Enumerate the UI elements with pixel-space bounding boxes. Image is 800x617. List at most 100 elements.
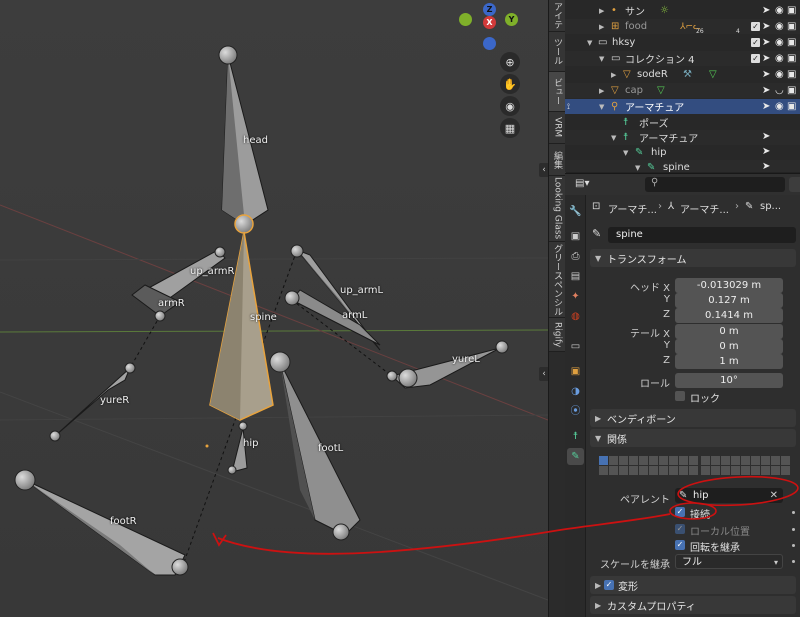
camera-render-icon[interactable]: ▣	[787, 69, 796, 80]
keyframe-dot[interactable]	[792, 544, 795, 547]
custom-properties-panel-header[interactable]: ▶ カスタムプロパティ	[590, 596, 796, 614]
select-arrow-icon[interactable]: ➤	[762, 21, 770, 32]
mesh-icon: ▽	[611, 85, 619, 96]
inherit-rotation-checkbox[interactable]: ✓	[675, 540, 685, 550]
tool-tab-icon[interactable]: 🔧	[567, 203, 584, 220]
relations-panel-header[interactable]: ▼ 関係	[590, 429, 796, 447]
tab-grease-pencil[interactable]: グリースペンシル	[549, 242, 566, 318]
connected-checkbox[interactable]: ✓	[675, 507, 685, 517]
outliner[interactable]: ▶ • サン ☼ ▶ ⊞ food ⅄⌐ᓚ 26 4 ▼ ▭ hksy ▼ ▭ …	[565, 0, 800, 172]
select-arrow-icon[interactable]: ➤	[762, 101, 770, 112]
lock-checkbox[interactable]	[675, 391, 685, 401]
select-arrow-icon[interactable]: ➤	[762, 69, 770, 80]
keyframe-dot[interactable]	[792, 528, 795, 531]
tab-edit[interactable]: 編集	[549, 144, 566, 176]
properties-search-input[interactable]: ⚲	[645, 177, 785, 192]
transform-panel-header[interactable]: ▼ トランスフォーム	[590, 249, 796, 267]
camera-render-icon[interactable]: ▣	[787, 37, 796, 48]
tail-z-field[interactable]: 1 m	[675, 354, 783, 369]
eye-icon[interactable]: ◉	[775, 53, 784, 64]
local-location-checkbox[interactable]: ✓	[675, 524, 685, 534]
tail-y-field[interactable]: 0 m	[675, 339, 783, 354]
gizmo-z-neg-icon[interactable]	[483, 37, 496, 50]
zoom-icon[interactable]: ⊕	[500, 52, 520, 72]
tab-rigify[interactable]: Rigify	[549, 318, 566, 352]
gizmo-x-icon[interactable]: X	[483, 16, 496, 29]
head-y-field[interactable]: 0.127 m	[675, 293, 783, 308]
bone-label-hip: hip	[243, 438, 259, 449]
gizmo-y-neg-icon[interactable]	[459, 13, 472, 26]
head-y-label: Y	[663, 294, 670, 305]
tail-x-field[interactable]: 0 m	[675, 324, 783, 339]
tab-item[interactable]: アイテ	[549, 0, 566, 32]
parent-label: ペアレント	[620, 495, 670, 506]
clear-x-icon[interactable]: ✕	[770, 488, 778, 503]
render-tab-icon[interactable]: ▣	[567, 228, 584, 245]
parent-field[interactable]: ✎ hip ✕	[675, 488, 783, 503]
camera-render-icon[interactable]: ▣	[787, 53, 796, 64]
output-tab-icon[interactable]: ⎙	[567, 248, 584, 265]
camera-render-icon[interactable]: ▣	[787, 101, 796, 112]
keyframe-dot[interactable]	[792, 560, 795, 563]
camera-render-icon[interactable]: ▣	[787, 21, 796, 32]
tab-vrm[interactable]: VRM	[549, 112, 566, 144]
bone-tab-icon[interactable]: ✎	[567, 448, 584, 465]
collection-tab-icon[interactable]: ▭	[567, 338, 584, 355]
options-dropdown[interactable]	[789, 177, 800, 192]
pan-hand-icon[interactable]: ✋	[500, 74, 520, 94]
world-tab-icon[interactable]: ◍	[567, 308, 584, 325]
tab-looking-glass[interactable]: Looking Glass	[549, 176, 566, 242]
inherit-scale-dropdown[interactable]: フル ▾	[675, 554, 783, 569]
head-x-field[interactable]: -0.013029 m	[675, 278, 783, 293]
deform-checkbox[interactable]: ✓	[604, 580, 614, 590]
armature-data-icon: ☨	[623, 132, 629, 143]
select-arrow-icon[interactable]: ➤	[762, 53, 770, 64]
editor-type-icon[interactable]: ▤▾	[575, 178, 589, 189]
pin-icon[interactable]: ⊡	[592, 201, 600, 212]
3d-viewport[interactable]: head up_armR armR up_armL armL spine yur…	[0, 0, 548, 617]
properties-tabs: 🔧 ▣ ⎙ ▤ ✦ ◍ ▭ ▣ ◑ ⦿ ☨ ✎	[565, 195, 586, 617]
select-arrow-icon[interactable]: ➤	[762, 161, 770, 172]
tab-tool[interactable]: ツール	[549, 32, 566, 72]
scene-tab-icon[interactable]: ✦	[567, 288, 584, 305]
tail-y-label: Y	[663, 340, 670, 351]
roll-field[interactable]: 10°	[675, 373, 783, 388]
select-arrow-icon[interactable]: ➤	[762, 146, 770, 157]
select-arrow-icon[interactable]: ➤	[762, 5, 770, 16]
camera-icon[interactable]: ◉	[500, 96, 520, 116]
eye-hidden-icon[interactable]: ◡	[775, 85, 784, 96]
armature-data-tab-icon[interactable]: ☨	[567, 428, 584, 445]
mesh-data-icon: ▽	[709, 69, 717, 80]
head-z-field[interactable]: 0.1414 m	[675, 308, 783, 323]
deform-panel-header[interactable]: ▶ ✓ 変形	[590, 576, 796, 594]
camera-render-icon[interactable]: ▣	[787, 85, 796, 96]
select-arrow-icon[interactable]: ➤	[762, 85, 770, 96]
constraints-tab-icon[interactable]: ⦿	[567, 403, 584, 420]
gizmo-y-icon[interactable]: Y	[505, 13, 518, 26]
eye-icon[interactable]: ◉	[775, 37, 784, 48]
physics-tab-icon[interactable]: ◑	[567, 383, 584, 400]
camera-render-icon[interactable]: ▣	[787, 5, 796, 16]
bone-icon: ✎	[635, 147, 644, 158]
select-arrow-icon[interactable]: ➤	[762, 37, 770, 48]
pose-mode-icon: ⟟	[567, 101, 570, 111]
keyframe-dot[interactable]	[792, 511, 795, 514]
eye-icon[interactable]: ◉	[775, 101, 784, 112]
object-tab-icon[interactable]: ▣	[567, 363, 584, 380]
exclude-checkbox[interactable]: ✓	[751, 22, 760, 31]
gizmo-z-icon[interactable]: Z	[483, 3, 496, 16]
eye-icon[interactable]: ◉	[775, 69, 784, 80]
ortho-grid-icon[interactable]: ▦	[500, 118, 520, 138]
select-arrow-icon[interactable]: ➤	[762, 131, 770, 142]
exclude-checkbox[interactable]: ✓	[751, 54, 760, 63]
tab-view[interactable]: ビュー	[549, 72, 566, 112]
outliner-row[interactable]: ☨ ポーズ	[565, 115, 800, 130]
bendy-bones-panel-header[interactable]: ▶ ベンディボーン	[590, 409, 796, 427]
sun-icon: •	[611, 5, 617, 16]
bone-name-field[interactable]: spine	[608, 227, 796, 243]
exclude-checkbox[interactable]: ✓	[751, 38, 760, 47]
eye-icon[interactable]: ◉	[775, 21, 784, 32]
bone-label-spine: spine	[250, 312, 277, 323]
view-layer-tab-icon[interactable]: ▤	[567, 268, 584, 285]
eye-icon[interactable]: ◉	[775, 5, 784, 16]
